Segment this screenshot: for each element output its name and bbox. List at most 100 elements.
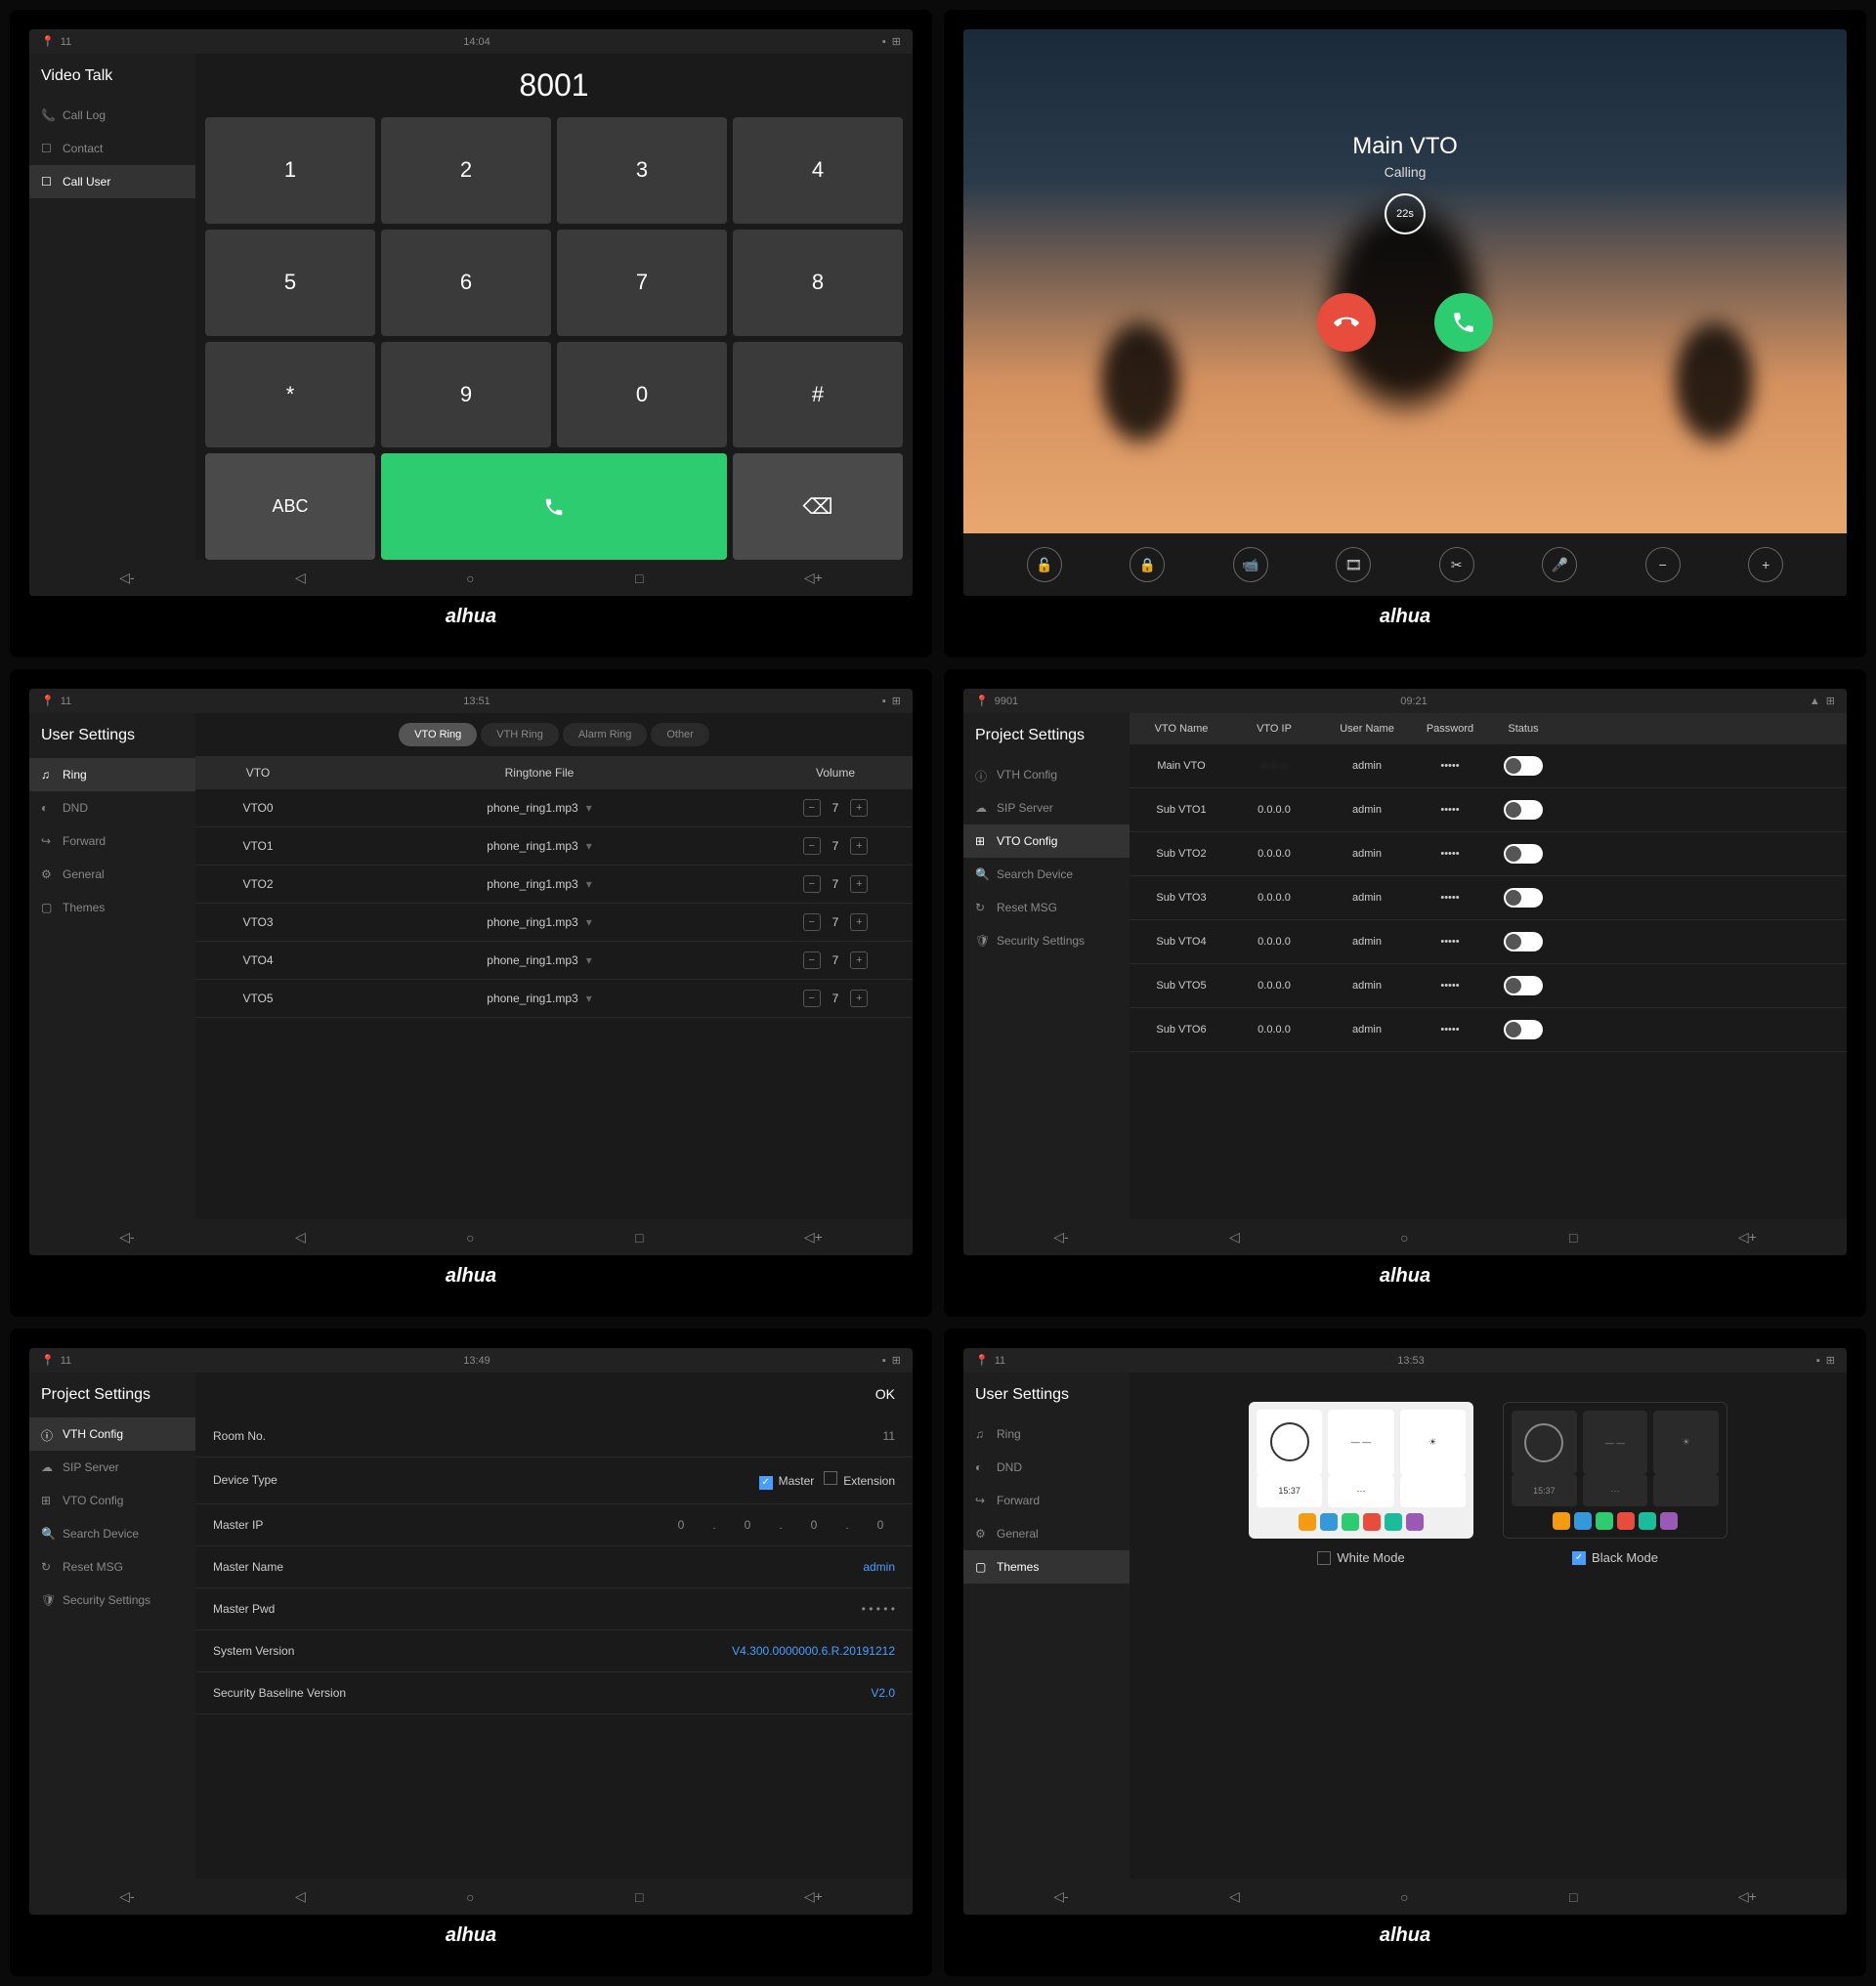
sidebar-item-forward[interactable]: ↪Forward: [963, 1484, 1130, 1517]
nav-vol-up[interactable]: ◁+: [1738, 1888, 1757, 1905]
dropdown-icon[interactable]: ▾: [586, 953, 592, 967]
status-toggle[interactable]: [1504, 1020, 1543, 1039]
key-4[interactable]: 4: [733, 117, 903, 224]
vol-down-button[interactable]: −: [803, 951, 821, 969]
sidebar-item-vto-config[interactable]: ⊞VTO Config: [963, 824, 1130, 858]
vto-ip[interactable]: 0.0.0.0: [1225, 1024, 1323, 1035]
nav-back[interactable]: ◁: [1229, 1888, 1240, 1905]
vto-user[interactable]: admin: [1323, 892, 1411, 904]
key-3[interactable]: 3: [557, 117, 727, 224]
dropdown-icon[interactable]: ▾: [586, 839, 592, 853]
tab-other[interactable]: Other: [651, 723, 709, 746]
sidebar-item-forward[interactable]: ↪Forward: [29, 824, 195, 858]
dropdown-icon[interactable]: ▾: [586, 915, 592, 929]
dropdown-icon[interactable]: ▾: [586, 877, 592, 891]
vto-password[interactable]: •••••: [1411, 936, 1489, 948]
black-checkbox[interactable]: ✓: [1572, 1551, 1586, 1565]
sidebar-item-sip-server[interactable]: ☁SIP Server: [29, 1451, 195, 1484]
vto-user[interactable]: admin: [1323, 980, 1411, 992]
hangup-button[interactable]: [1317, 293, 1376, 352]
nav-home[interactable]: ○: [466, 1230, 474, 1246]
nav-back[interactable]: ◁: [295, 570, 306, 586]
tool-button-7[interactable]: +: [1748, 547, 1783, 582]
status-toggle[interactable]: [1504, 976, 1543, 995]
sidebar-item-ring[interactable]: ♫Ring: [963, 1417, 1130, 1451]
sidebar-item-vth-config[interactable]: ⓘVTH Config: [963, 758, 1130, 791]
tab-vto-ring[interactable]: VTO Ring: [399, 723, 477, 746]
nav-home[interactable]: ○: [466, 570, 474, 586]
sidebar-item-search-device[interactable]: 🔍Search Device: [29, 1517, 195, 1550]
sidebar-item-dnd[interactable]: ◐DND: [963, 1451, 1130, 1484]
tool-button-4[interactable]: ✂: [1439, 547, 1474, 582]
field-value[interactable]: V4.300.0000000.6.R.20191212: [732, 1644, 895, 1658]
vto-ip[interactable]: 0.0.0.0: [1225, 936, 1323, 948]
key-8[interactable]: 8: [733, 230, 903, 336]
nav-vol-down[interactable]: ◁-: [119, 1888, 134, 1905]
vol-up-button[interactable]: +: [850, 799, 868, 817]
vol-down-button[interactable]: −: [803, 875, 821, 893]
vto-password[interactable]: •••••: [1411, 804, 1489, 816]
ok-button[interactable]: OK: [195, 1373, 913, 1416]
dropdown-icon[interactable]: ▾: [586, 992, 592, 1005]
dropdown-icon[interactable]: ▾: [586, 801, 592, 815]
vol-down-button[interactable]: −: [803, 913, 821, 931]
sidebar-item-contact[interactable]: ☐Contact: [29, 132, 195, 165]
vol-down-button[interactable]: −: [803, 990, 821, 1007]
field-value[interactable]: 11: [883, 1429, 895, 1443]
sidebar-item-security-settings[interactable]: 🛡Security Settings: [29, 1584, 195, 1617]
key-5[interactable]: 5: [205, 230, 375, 336]
key-#[interactable]: #: [733, 342, 903, 448]
key-6[interactable]: 6: [381, 230, 551, 336]
nav-recent[interactable]: □: [635, 570, 643, 586]
nav-recent[interactable]: □: [635, 1230, 643, 1246]
nav-home[interactable]: ○: [466, 1889, 474, 1905]
theme-white[interactable]: — —☀ 15:37··· White Mode: [1249, 1402, 1473, 1565]
sidebar-item-themes[interactable]: ▢Themes: [963, 1550, 1130, 1584]
vto-ip[interactable]: -- -- --: [1225, 760, 1323, 772]
field-value[interactable]: admin: [863, 1560, 895, 1574]
vol-up-button[interactable]: +: [850, 990, 868, 1007]
vto-user[interactable]: admin: [1323, 760, 1411, 772]
vto-ip[interactable]: 0.0.0.0: [1225, 848, 1323, 860]
nav-recent[interactable]: □: [635, 1889, 643, 1905]
sidebar-item-vth-config[interactable]: ⓘVTH Config: [29, 1417, 195, 1451]
tool-button-5[interactable]: 🎤: [1542, 547, 1577, 582]
vto-ip[interactable]: 0.0.0.0: [1225, 892, 1323, 904]
vto-password[interactable]: •••••: [1411, 980, 1489, 992]
sidebar-item-call-user[interactable]: ☐Call User: [29, 165, 195, 198]
nav-vol-down[interactable]: ◁-: [1053, 1229, 1068, 1246]
status-toggle[interactable]: [1504, 800, 1543, 820]
field-value[interactable]: • • • • •: [862, 1602, 895, 1616]
tab-alarm-ring[interactable]: Alarm Ring: [563, 723, 647, 746]
sidebar-item-reset-msg[interactable]: ↻Reset MSG: [963, 891, 1130, 924]
answer-button[interactable]: [1434, 293, 1493, 352]
sidebar-item-search-device[interactable]: 🔍Search Device: [963, 858, 1130, 891]
sidebar-item-general[interactable]: ⚙General: [29, 858, 195, 891]
sidebar-item-general[interactable]: ⚙General: [963, 1517, 1130, 1550]
sidebar-item-vto-config[interactable]: ⊞VTO Config: [29, 1484, 195, 1517]
vto-password[interactable]: •••••: [1411, 760, 1489, 772]
vol-up-button[interactable]: +: [850, 875, 868, 893]
theme-black[interactable]: — —☀ 15:37··· ✓Black Mode: [1503, 1402, 1727, 1565]
key-2[interactable]: 2: [381, 117, 551, 224]
status-toggle[interactable]: [1504, 888, 1543, 908]
tool-button-1[interactable]: 🔒: [1130, 547, 1165, 582]
ip-input[interactable]: 0.0.0.0: [666, 1518, 895, 1532]
nav-vol-up[interactable]: ◁+: [804, 1229, 823, 1246]
sidebar-item-call-log[interactable]: 📞Call Log: [29, 99, 195, 132]
key-9[interactable]: 9: [381, 342, 551, 448]
tab-vth-ring[interactable]: VTH Ring: [481, 723, 559, 746]
nav-home[interactable]: ○: [1400, 1230, 1408, 1246]
vol-up-button[interactable]: +: [850, 837, 868, 855]
vto-user[interactable]: admin: [1323, 936, 1411, 948]
nav-back[interactable]: ◁: [295, 1888, 306, 1905]
key-1[interactable]: 1: [205, 117, 375, 224]
nav-recent[interactable]: □: [1569, 1889, 1577, 1905]
sidebar-item-sip-server[interactable]: ☁SIP Server: [963, 791, 1130, 824]
sidebar-item-dnd[interactable]: ◐DND: [29, 791, 195, 824]
status-toggle[interactable]: [1504, 844, 1543, 864]
sidebar-item-themes[interactable]: ▢Themes: [29, 891, 195, 924]
call-button[interactable]: [381, 453, 727, 560]
nav-vol-up[interactable]: ◁+: [804, 1888, 823, 1905]
key-abc[interactable]: ABC: [205, 453, 375, 560]
